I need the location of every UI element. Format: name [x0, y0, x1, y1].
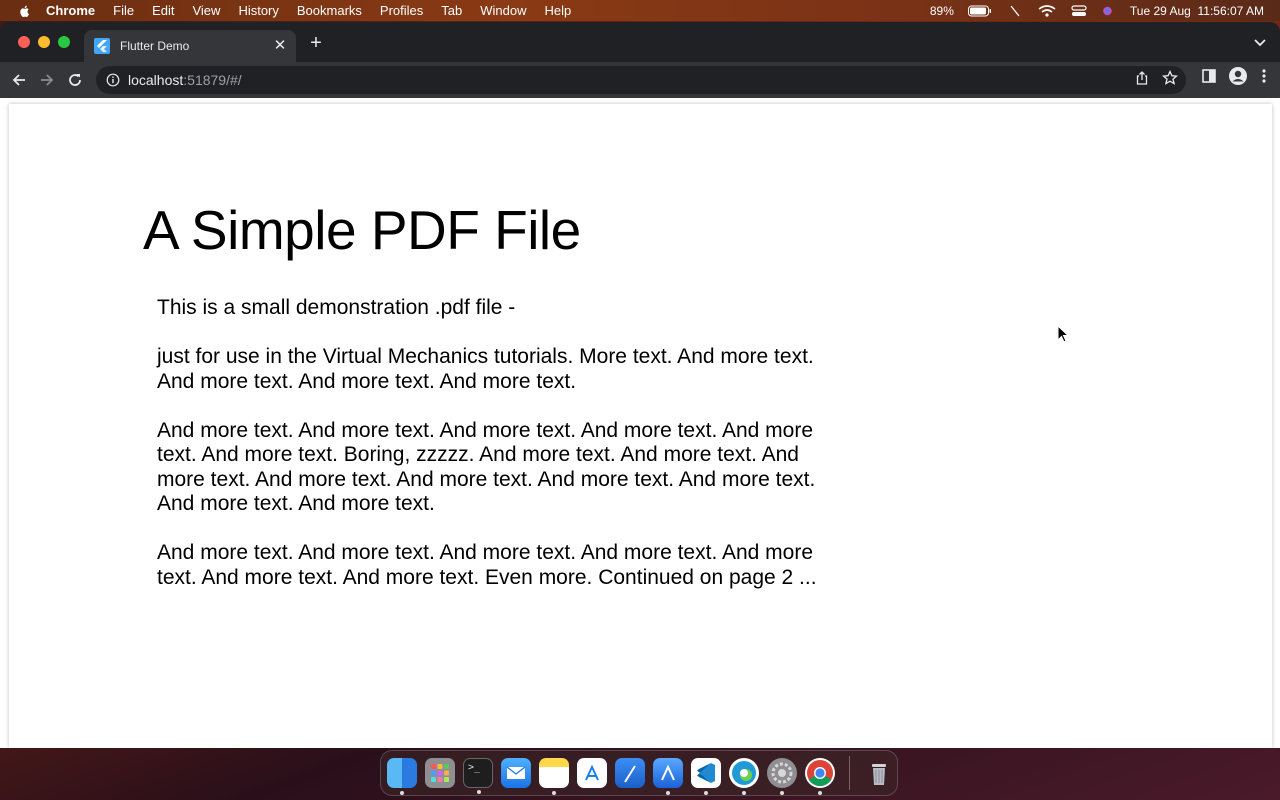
- terminal-icon[interactable]: >_: [463, 758, 493, 794]
- url-host: localhost: [128, 72, 184, 88]
- pdf-paragraph: just for use in the Virtual Mechanics tu…: [157, 345, 814, 393]
- envelope-icon: [506, 766, 526, 779]
- profile-avatar-icon[interactable]: [1228, 66, 1248, 86]
- menu-file[interactable]: File: [113, 3, 134, 18]
- zoom-window-button[interactable]: [58, 36, 70, 48]
- vscode-logo-icon: [697, 763, 715, 783]
- menu-bookmarks[interactable]: Bookmarks: [297, 3, 362, 18]
- launchpad-grid-icon: [431, 764, 449, 782]
- chrome-window: Flutter Demo ✕ + localhost:51879/#/ A S…: [0, 22, 1280, 748]
- back-button[interactable]: [5, 66, 33, 94]
- edge-icon[interactable]: [729, 758, 759, 795]
- app-store-a-icon: [585, 764, 599, 781]
- forward-button[interactable]: [33, 66, 61, 94]
- minimize-window-button[interactable]: [38, 36, 50, 48]
- reload-icon: [69, 74, 81, 86]
- menu-edit[interactable]: Edit: [152, 3, 174, 18]
- menubar-status-area: 89% Tue 29 Aug 11:56:07 AM: [930, 0, 1264, 21]
- running-indicator: [780, 791, 784, 795]
- flutter-favicon-icon: [94, 38, 110, 54]
- running-indicator: [666, 791, 670, 795]
- finder-icon[interactable]: [387, 758, 417, 795]
- menu-history[interactable]: History: [238, 3, 278, 18]
- vscode-icon[interactable]: [691, 758, 721, 795]
- pdf-paragraph: And more text. And more text. And more t…: [157, 418, 816, 516]
- dock-separator: [849, 756, 850, 790]
- apple-menu-icon[interactable]: [18, 4, 32, 18]
- tab-close-icon[interactable]: ✕: [272, 38, 288, 54]
- gear-icon: [771, 762, 793, 784]
- menu-view[interactable]: View: [192, 3, 220, 18]
- chrome-logo-icon: [807, 760, 833, 787]
- pdf-title: A Simple PDF File: [143, 199, 581, 261]
- menu-window[interactable]: Window: [480, 3, 526, 18]
- tab-title: Flutter Demo: [120, 39, 190, 53]
- tab-flutter-demo[interactable]: Flutter Demo ✕: [84, 30, 296, 62]
- tab-search-chevron-icon[interactable]: [1252, 34, 1268, 50]
- menu-profiles[interactable]: Profiles: [380, 3, 423, 18]
- edge-logo-icon: [732, 761, 756, 785]
- menu-help[interactable]: Help: [545, 3, 572, 18]
- page-viewport: A Simple PDF File This is a small demons…: [0, 98, 1280, 748]
- xcode-icon[interactable]: [653, 758, 683, 795]
- menu-app-name[interactable]: Chrome: [46, 3, 95, 18]
- chrome-menu-icon[interactable]: [1258, 67, 1270, 85]
- battery-percent: 89%: [929, 3, 954, 18]
- xcode-instruments-icon[interactable]: [615, 758, 645, 788]
- running-indicator: [400, 791, 404, 795]
- pdf-paragraph: This is a small demonstration .pdf file …: [157, 296, 516, 319]
- chrome-icon[interactable]: [805, 758, 835, 795]
- control-center-icon[interactable]: [1070, 4, 1088, 17]
- system-settings-icon[interactable]: [767, 758, 797, 795]
- launchpad-icon[interactable]: [425, 758, 455, 788]
- battery-icon[interactable]: [967, 5, 992, 17]
- running-indicator: [552, 791, 556, 795]
- close-window-button[interactable]: [18, 36, 30, 48]
- new-tab-button[interactable]: +: [306, 33, 326, 54]
- wifi-icon[interactable]: [1038, 4, 1056, 17]
- xcode-a-icon: [661, 764, 675, 781]
- window-controls: [18, 36, 70, 48]
- notes-icon[interactable]: [539, 758, 569, 795]
- address-bar[interactable]: localhost:51879/#/: [96, 66, 1186, 94]
- bluetooth-off-icon[interactable]: [1006, 5, 1024, 17]
- pdf-body: This is a small demonstration .pdf file …: [157, 296, 822, 615]
- back-arrow-icon: [12, 74, 25, 86]
- siri-icon[interactable]: [1102, 5, 1116, 17]
- pdf-page: A Simple PDF File This is a small demons…: [9, 104, 1272, 748]
- hammer-icon: [624, 765, 636, 783]
- trash-bin-icon: [872, 764, 886, 785]
- running-indicator: [477, 790, 481, 794]
- bookmark-star-icon[interactable]: [1162, 70, 1178, 86]
- pdf-paragraph: And more text. And more text. And more t…: [157, 541, 817, 589]
- macos-dock: >_: [380, 750, 898, 796]
- running-indicator: [742, 791, 746, 795]
- running-indicator: [818, 791, 822, 795]
- side-panel-icon[interactable]: [1200, 67, 1218, 85]
- reload-button[interactable]: [61, 66, 89, 94]
- app-store-icon[interactable]: [577, 758, 607, 788]
- tab-strip: Flutter Demo ✕ +: [0, 22, 1280, 62]
- share-icon[interactable]: [1134, 70, 1150, 86]
- trash-icon[interactable]: [864, 758, 894, 788]
- browser-toolbar: localhost:51879/#/: [0, 62, 1280, 98]
- address-bar-actions: [1134, 70, 1178, 86]
- mouse-cursor-icon: [1057, 325, 1069, 343]
- site-info-icon[interactable]: [106, 73, 120, 87]
- toolbar-right-icons: [1200, 66, 1270, 86]
- mail-icon[interactable]: [501, 758, 531, 788]
- running-indicator: [704, 791, 708, 795]
- forward-arrow-icon: [41, 74, 54, 86]
- url-path: :51879/#/: [183, 72, 242, 88]
- menu-tab[interactable]: Tab: [441, 3, 462, 18]
- menubar-clock[interactable]: Tue 29 Aug 11:56:07 AM: [1130, 4, 1264, 18]
- macos-menubar: Chrome File Edit View History Bookmarks …: [0, 0, 1280, 21]
